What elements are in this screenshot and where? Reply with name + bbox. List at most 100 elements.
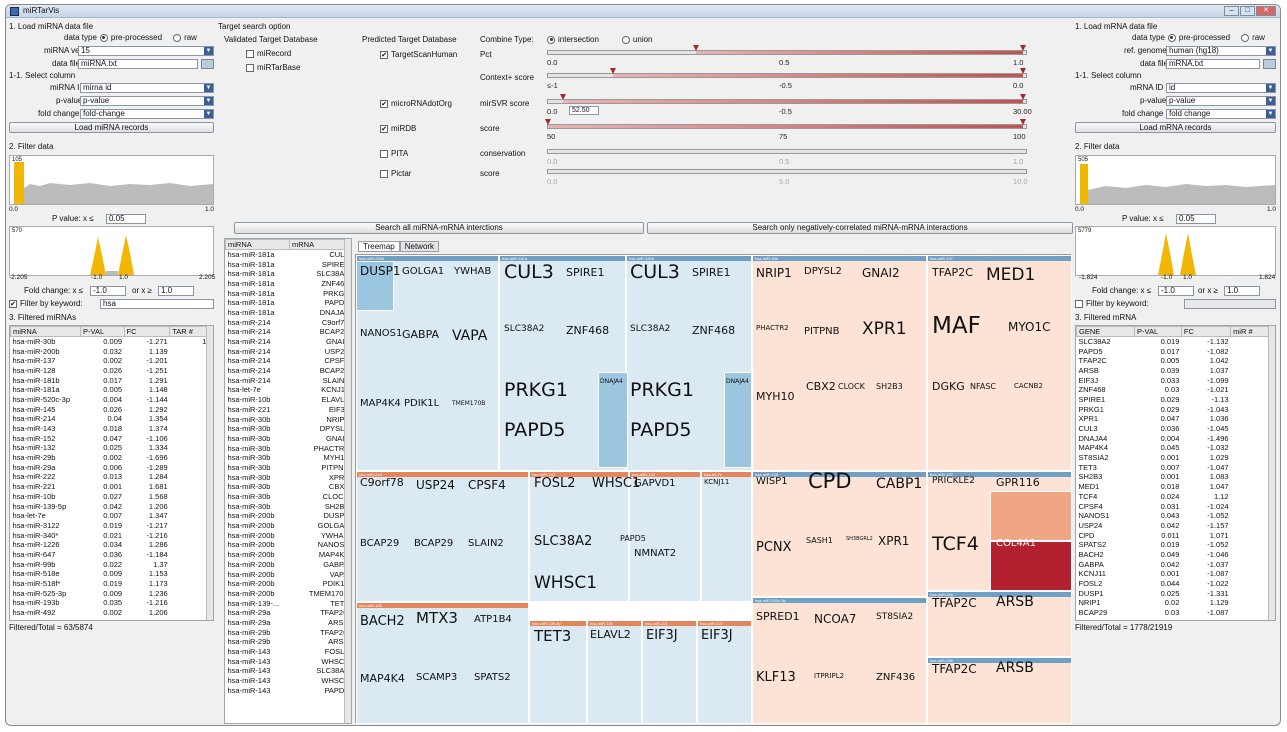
table-row[interactable]: hsa-miR-181a SLC38A2 [226,269,351,279]
table-scrollbar[interactable] [1268,326,1275,620]
treemap-gene-label[interactable]: PAPD5 [504,421,565,440]
table-row[interactable]: hsa-miR-143 PAPD5 [226,685,351,695]
table-row[interactable]: hsa-miR-181a DNAJA4 [226,308,351,318]
table-row[interactable]: hsa-miR-30b SH2B3 [226,501,351,511]
genome-select[interactable]: human (hg18) ▼ [1166,46,1276,56]
treemap-gene-label[interactable]: SCAMP3 [416,673,457,683]
treemap-tile-highlight[interactable] [724,372,752,468]
table-row[interactable]: hsa-miR-200b MAP4K4 [226,550,351,560]
treemap-gene-label[interactable]: SLAIN2 [468,539,504,549]
folder-icon[interactable] [1263,59,1276,69]
treemap-gene-label[interactable]: TFAP2C [932,597,977,609]
treemap-gene-label[interactable]: USP24 [416,479,455,491]
treemap-gene-label[interactable]: ARSB [996,595,1034,609]
treemap-gene-label[interactable]: ZNF436 [876,673,915,683]
foldchange-select[interactable]: fold-change ▼ [80,109,214,119]
table-row[interactable]: hsa-miR-139-5p0.0421.2061 [11,501,213,511]
table-row[interactable]: hsa-miR-139-... TET3 [226,598,351,608]
table-row[interactable]: hsa-miR-29a ARSB [226,618,351,628]
db-checkbox[interactable] [380,169,388,178]
treemap-gene-label[interactable]: MED1 [986,267,1035,284]
db-checkbox[interactable]: ✔ [380,50,388,59]
table-row[interactable]: hsa-miR-1520.047-1.1064 [11,433,213,443]
treemap-gene-label[interactable]: ATP1B4 [474,615,512,625]
table-row[interactable]: hsa-miR-143 WHSC1 [226,676,351,686]
treemap-gene-label[interactable]: DPYSL2 [804,267,842,277]
treemap-gene-label[interactable]: MAF [932,315,981,338]
table-row[interactable]: EIF3J0.033-1.0992 [1077,375,1275,385]
slider-thumb-high[interactable] [1020,45,1026,51]
table-row[interactable]: CUL30.036-1.0452 [1077,424,1275,434]
table-row[interactable]: KCNJ110.001-1.0871 [1077,569,1275,579]
treemap-gene-label[interactable]: BCAP29 [360,539,399,549]
table-row[interactable]: hsa-miR-340*0.021-1.2160 [11,530,213,540]
table-row[interactable]: hsa-miR-525-3p0.0091.2360 [11,588,213,598]
mrna-pvalue-histogram[interactable]: 505 [1075,155,1276,205]
table-row[interactable]: hsa-miR-143 SLC38A2 [226,666,351,676]
table-row[interactable]: hsa-miR-181a ZNF468 [226,279,351,289]
table-row[interactable]: hsa-miR-30b DPYSL2 [226,424,351,434]
treemap-gene-label[interactable]: NCOA7 [814,613,856,625]
mirecord-checkbox[interactable] [246,49,254,58]
treemap-gene-label[interactable]: DNAJA4 [726,379,749,385]
pvalue-histogram[interactable]: 105 [9,155,214,205]
treemap-gene-label[interactable]: PAPD5 [620,535,646,543]
treemap-gene-label[interactable]: MYO1C [1008,321,1051,333]
table-row[interactable]: CPD0.0111.0711 [1077,530,1275,540]
table-row[interactable]: BACH20.049-1.0461 [1077,550,1275,560]
threshold-slider[interactable] [547,149,1027,154]
table-row[interactable]: hsa-let-7e KCNJ11 [226,385,351,395]
col-pval[interactable]: P-VAL [1134,326,1182,337]
table-row[interactable]: hsa-miR-29b ARSB [226,637,351,647]
treemap-gene-label[interactable]: DNAJA4 [600,379,623,385]
table-row[interactable]: TFAP2C0.0051.0423 [1077,356,1275,366]
treemap-gene-label[interactable]: ZNF468 [692,325,735,336]
treemap-gene-label[interactable]: ELAVL2 [590,629,631,640]
table-row[interactable]: NRIP10.021.1291 [1077,598,1275,608]
pvalue-filter-input[interactable]: 0.05 [1176,214,1216,224]
threshold-slider[interactable] [547,45,1027,55]
union-radio[interactable] [621,35,630,44]
mrna-datafile-input[interactable]: mRNA.txt [1166,59,1260,69]
treemap-gene-label[interactable]: NRIP1 [756,267,792,279]
slider-thumb-low[interactable] [545,119,551,125]
table-row[interactable]: hsa-miR-29a TFAP2C [226,608,351,618]
table-row[interactable]: hsa-miR-143 WHSC1 [226,656,351,666]
table-row[interactable]: hsa-miR-1280.026-1.2517 [11,366,213,376]
table-row[interactable]: USP240.042-1.1571 [1077,521,1275,531]
table-row[interactable]: SLC38A20.019-1.1323 [1077,337,1275,347]
treemap-gene-label[interactable]: ARSB [996,661,1034,675]
treemap-gene-label[interactable]: WISP1 [756,477,788,487]
table-row[interactable]: hsa-miR-30b CBX2 [226,482,351,492]
treemap-gene-label[interactable]: NANOS1 [360,329,402,339]
table-row[interactable]: hsa-miR-518e0.0091.1530 [11,569,213,579]
treemap-group[interactable]: hsa-miR-137 [927,255,1072,471]
mirna-id-select[interactable]: mirna id ▼ [80,83,214,93]
table-row[interactable]: PRKG10.029-1.0432 [1077,404,1275,414]
treemap-gene-label[interactable]: PDIK1L [404,399,439,409]
treemap-gene-label[interactable]: XPR1 [878,535,909,547]
treemap-gene-label[interactable]: SPIRE1 [692,267,730,278]
mirna-version-select[interactable]: 15 ▼ [78,46,214,56]
db-checkbox[interactable] [380,149,388,158]
table-row[interactable]: hsa-miR-2140.041.3546 [11,414,213,424]
table-row[interactable]: hsa-miR-29b0.002-1.6962 [11,453,213,463]
treemap-gene-label[interactable]: TMEM170B [452,401,485,407]
table-row[interactable]: hsa-miR-193b0.035-1.2160 [11,598,213,608]
mirna-datafile-input[interactable]: miRNA.txt [78,59,198,69]
preprocessed-radio[interactable] [1167,33,1176,42]
threshold-slider[interactable] [547,94,1027,104]
pairs-table[interactable]: miRNA mRNA hsa-miR-181a CUL3 hsa-miR-181a SP… [224,238,352,724]
treemap-gene-label[interactable]: VAPA [452,329,487,343]
treemap-gene-label[interactable]: SLC38A2 [534,535,592,548]
treemap-gene-label[interactable]: CLOCK [838,383,865,391]
treemap-gene-label[interactable]: SH2B3 [876,383,903,391]
load-mrna-button[interactable]: Load mRNA records [1075,122,1276,133]
treemap-gene-label[interactable]: GAPVD1 [634,479,676,489]
treemap-gene-label[interactable]: XPR1 [862,321,907,338]
raw-radio[interactable] [173,33,182,42]
table-row[interactable]: hsa-miR-520c-3p0.004-1.1446 [11,395,213,405]
treemap-group[interactable]: hsa-miR-30b [752,255,927,471]
treemap-gene-label[interactable]: DUSP1 [360,265,401,277]
treemap-gene-label[interactable]: SPIRE1 [566,267,604,278]
